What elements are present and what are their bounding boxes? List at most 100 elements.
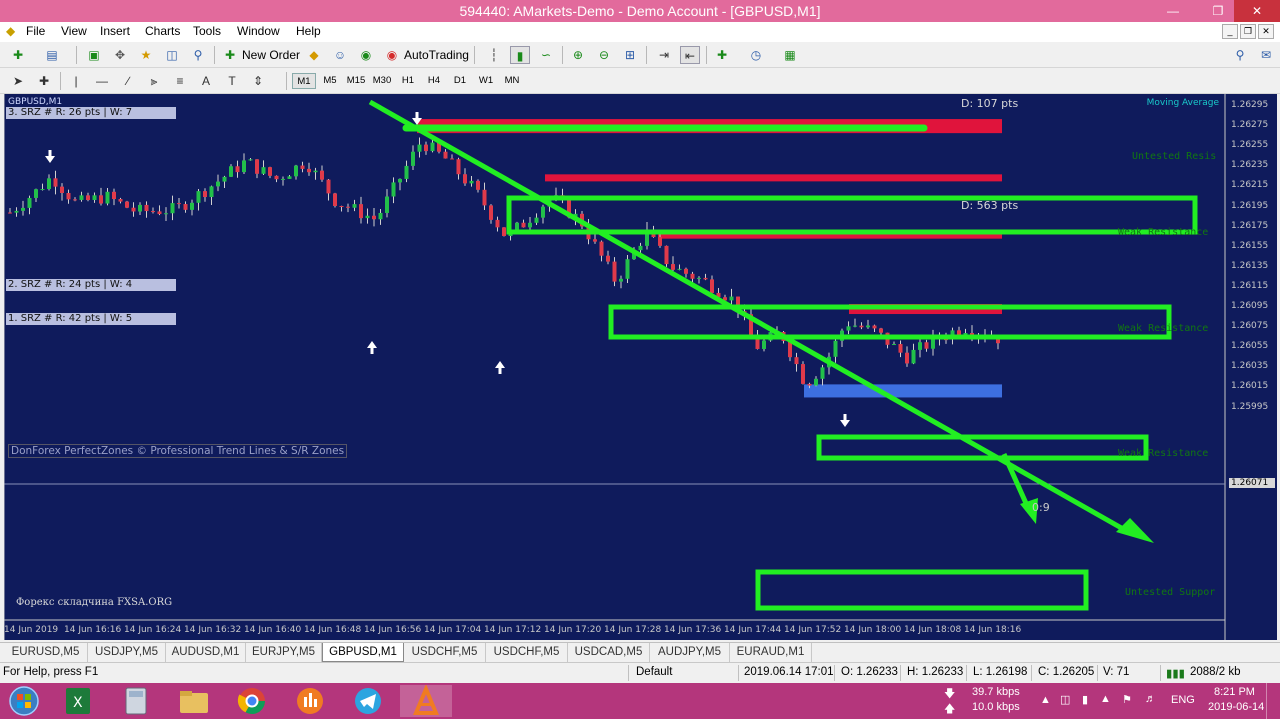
autotrading-button[interactable]: AutoTrading	[404, 46, 469, 64]
menu-insert[interactable]: Insert	[100, 24, 130, 38]
signals-icon[interactable]: ☺	[330, 46, 350, 64]
candle-body	[892, 344, 896, 346]
menu-file[interactable]: File	[26, 24, 45, 38]
menu-window[interactable]: Window	[237, 24, 280, 38]
time-axis-label: 14 Jun 18:00	[844, 625, 902, 635]
minimize-button[interactable]: —	[1158, 0, 1188, 22]
text-label-icon[interactable]: T	[222, 72, 242, 90]
tab-usdcad-m5[interactable]: USDCAD,M5	[568, 643, 650, 662]
tab-usdchf-m5-2[interactable]: USDCHF,M5	[486, 643, 568, 662]
menu-view[interactable]: View	[61, 24, 87, 38]
timeframe-mn[interactable]: MN	[500, 73, 524, 89]
timeframe-h4[interactable]: H4	[422, 73, 446, 89]
metaeditor-icon[interactable]: ◆	[304, 46, 324, 64]
autotrading-icon[interactable]: ◉	[382, 46, 402, 64]
navigator-icon[interactable]: ✥	[110, 46, 130, 64]
tray-chevron-icon[interactable]: ▲	[1040, 694, 1051, 706]
market-icon[interactable]: ◉	[356, 46, 376, 64]
new-order-icon[interactable]: ✚	[220, 46, 240, 64]
candlestick-icon[interactable]: ▮	[510, 46, 530, 64]
chrome-app-icon[interactable]	[226, 685, 278, 717]
price-axis-label: 1.26095	[1231, 301, 1269, 311]
fibonacci-icon[interactable]: ≡	[170, 72, 190, 90]
zoom-in-icon[interactable]: ⊕	[568, 46, 588, 64]
mdi-close-button[interactable]: ✕	[1258, 24, 1274, 39]
terminal-icon[interactable]: ◫	[162, 46, 182, 64]
candle-body	[34, 189, 38, 198]
tile-windows-icon[interactable]: ⊞	[620, 46, 640, 64]
crosshair-icon[interactable]: ✚	[34, 72, 54, 90]
tray-battery-icon[interactable]: ▮	[1082, 693, 1088, 706]
tab-audjpy-m5[interactable]: AUDJPY,M5	[650, 643, 730, 662]
line-chart-icon[interactable]: ∽	[536, 46, 556, 64]
horizontal-line-icon[interactable]: —	[92, 72, 112, 90]
maximize-button[interactable]: ❐	[1203, 0, 1233, 22]
amarkets-terminal-app-icon[interactable]	[400, 683, 452, 717]
favorites-icon[interactable]: ★	[136, 46, 156, 64]
profiles-icon[interactable]: ▤	[42, 46, 62, 64]
timeframe-m15[interactable]: M15	[344, 73, 368, 89]
zoom-out-icon[interactable]: ⊖	[594, 46, 614, 64]
clock-time[interactable]: 8:21 PM	[1214, 686, 1255, 698]
vertical-line-icon[interactable]: |	[66, 72, 86, 90]
search-icon[interactable]: ⚲	[1230, 46, 1250, 64]
channel-icon[interactable]: ⫸	[144, 72, 164, 90]
price-chart[interactable]: GBPUSD,M1 3. SRZ # R: 26 pts | W: 7 2. S…	[4, 94, 1277, 640]
timeframe-m30[interactable]: M30	[370, 73, 394, 89]
srz-label-1: 1. SRZ # R: 42 pts | W: 5	[6, 313, 176, 325]
metatrader-app-icon[interactable]	[284, 685, 336, 717]
tab-gbpusd-m1[interactable]: GBPUSD,M1	[322, 643, 404, 662]
text-icon[interactable]: A	[196, 72, 216, 90]
calculator-app-icon[interactable]	[110, 685, 162, 717]
tab-eurusd-m5[interactable]: EURUSD,M5	[4, 643, 88, 662]
indicators-icon[interactable]: ✚	[712, 46, 732, 64]
candle-body	[534, 217, 539, 223]
mdi-restore-button[interactable]: ❐	[1240, 24, 1256, 39]
chat-icon[interactable]: ✉	[1256, 46, 1276, 64]
timeframe-h1[interactable]: H1	[396, 73, 420, 89]
tray-devices-icon[interactable]: ◫	[1060, 693, 1070, 706]
explorer-app-icon[interactable]	[168, 685, 220, 717]
trendline-icon[interactable]: ∕	[118, 72, 138, 90]
candle-body	[274, 175, 279, 180]
mdi-minimize-button[interactable]: _	[1222, 24, 1238, 39]
candle-body	[203, 191, 207, 198]
show-desktop-button[interactable]	[1266, 683, 1280, 719]
new-order-button[interactable]: New Order	[242, 46, 300, 64]
excel-app-icon[interactable]: X	[52, 685, 104, 717]
chart-shift-icon[interactable]: ⇤	[680, 46, 700, 64]
language-indicator[interactable]: ENG	[1171, 694, 1195, 706]
tester-icon[interactable]: ⚲	[188, 46, 208, 64]
close-button[interactable]: ✕	[1234, 0, 1280, 22]
start-button[interactable]	[0, 685, 48, 717]
tray-flag-icon[interactable]: ⚑	[1122, 693, 1132, 706]
fractal-up-arrow	[367, 341, 377, 354]
timeframe-m5[interactable]: M5	[318, 73, 342, 89]
candle-body	[391, 182, 396, 197]
menu-tools[interactable]: Tools	[193, 24, 221, 38]
telegram-app-icon[interactable]	[342, 685, 394, 717]
market-watch-icon[interactable]: ▣	[84, 46, 104, 64]
new-chart-icon[interactable]: ✚	[8, 46, 28, 64]
tab-usdchf-m5-1[interactable]: USDCHF,M5	[404, 643, 486, 662]
tray-volume-icon[interactable]: ♬	[1145, 693, 1156, 705]
auto-scroll-icon[interactable]: ⇥	[654, 46, 674, 64]
bar-chart-icon[interactable]: ┆	[484, 46, 504, 64]
tab-audusd-m1[interactable]: AUDUSD,M1	[166, 643, 246, 662]
candle-body	[612, 261, 617, 282]
menu-charts[interactable]: Charts	[145, 24, 180, 38]
templates-icon[interactable]: ▦	[780, 46, 800, 64]
status-profile[interactable]: Default	[636, 666, 672, 678]
timeframe-m1[interactable]: M1	[292, 73, 316, 89]
timeframe-d1[interactable]: D1	[448, 73, 472, 89]
tab-euraud-m1[interactable]: EURAUD,M1	[730, 643, 812, 662]
timeframe-w1[interactable]: W1	[474, 73, 498, 89]
clock-date[interactable]: 2019-06-14	[1208, 701, 1264, 713]
menu-help[interactable]: Help	[296, 24, 321, 38]
arrows-icon[interactable]: ⇕	[248, 72, 268, 90]
cursor-icon[interactable]: ➤	[8, 72, 28, 90]
tray-network-icon[interactable]: ▲	[1100, 693, 1111, 705]
periods-icon[interactable]: ◷	[746, 46, 766, 64]
tab-usdjpy-m5[interactable]: USDJPY,M5	[88, 643, 166, 662]
tab-eurjpy-m5[interactable]: EURJPY,M5	[246, 643, 322, 662]
